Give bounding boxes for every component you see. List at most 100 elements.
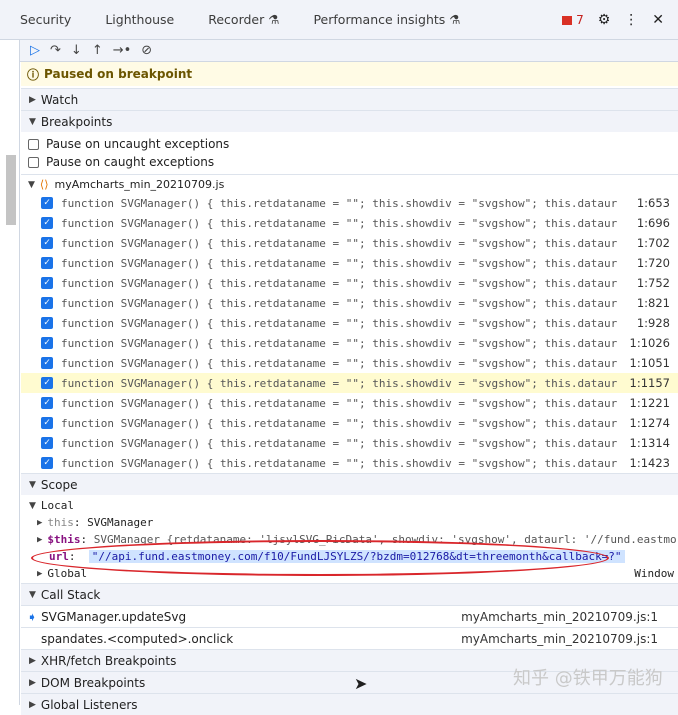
breakpoint-code: function SVGManager() { this.retdataname… — [61, 456, 618, 470]
breakpoint-row[interactable]: ✓ function SVGManager() { this.retdatanam… — [21, 413, 678, 433]
watermark: 知乎 @铁甲万能狗 — [513, 668, 663, 689]
pause-uncaught-checkbox[interactable]: Pause on uncaught exceptions — [21, 135, 678, 153]
frame-location[interactable]: myAmcharts_min_20210709.js:1 — [461, 610, 678, 624]
breakpoint-row[interactable]: ✓ function SVGManager() { this.retdatanam… — [21, 293, 678, 313]
checkbox-checked[interactable]: ✓ — [41, 337, 53, 349]
section-title: Scope — [40, 477, 78, 492]
checkbox-checked[interactable]: ✓ — [41, 437, 53, 449]
expand-icon: ▶ — [37, 534, 43, 545]
current-frame-icon: ➧ — [27, 609, 38, 624]
section-call-stack[interactable]: ▼ Call Stack — [21, 583, 678, 605]
frame-function: SVGManager.updateSvg — [41, 609, 187, 624]
issues-count: 7 — [576, 13, 584, 27]
tab-performance-insights[interactable]: Performance insights ⚗ — [313, 12, 460, 27]
breakpoint-code: function SVGManager() { this.retdataname… — [61, 436, 618, 450]
section-title: Breakpoints — [40, 114, 113, 129]
checkbox-checked[interactable]: ✓ — [41, 417, 53, 429]
collapse-icon: ▼ — [29, 500, 36, 511]
prop-key: $this — [47, 533, 81, 546]
checkbox-checked[interactable]: ✓ — [41, 297, 53, 309]
breakpoint-code: function SVGManager() { this.retdataname… — [61, 336, 618, 350]
scope-value: Window — [634, 567, 674, 580]
breakpoint-line: 1:720 — [636, 256, 670, 270]
breakpoint-row[interactable]: ✓ function SVGManager() { this.retdatanam… — [21, 193, 678, 213]
breakpoint-line: 1:653 — [636, 196, 670, 210]
debugger-sidebar: ⓘ Paused on breakpoint ▶ Watch ▼ Breakpoint… — [21, 62, 678, 715]
breakpoint-line: 1:821 — [636, 296, 670, 310]
expand-icon: ▶ — [37, 517, 43, 528]
section-title: DOM Breakpoints — [40, 675, 146, 690]
checkbox-checked[interactable]: ✓ — [41, 317, 53, 329]
scope-local[interactable]: ▼ Local — [21, 497, 678, 514]
checkbox-checked[interactable]: ✓ — [41, 277, 53, 289]
breakpoint-code: function SVGManager() { this.retdataname… — [61, 376, 618, 390]
step-icon[interactable]: →• — [113, 43, 132, 58]
breakpoint-line: 1:1221 — [629, 396, 670, 410]
resume-icon[interactable]: ▷ — [30, 43, 40, 58]
breakpoint-row[interactable]: ✓ function SVGManager() { this.retdatanam… — [21, 213, 678, 233]
close-icon[interactable]: ✕ — [652, 12, 664, 28]
frame-location[interactable]: myAmcharts_min_20210709.js:1 — [461, 632, 678, 646]
checkbox-checked[interactable]: ✓ — [41, 397, 53, 409]
more-icon[interactable]: ⋮ — [624, 12, 638, 28]
gear-icon[interactable]: ⚙ — [598, 12, 611, 28]
checkbox-checked[interactable]: ✓ — [41, 457, 53, 469]
call-frame[interactable]: ➧ SVGManager.updateSvg myAmcharts_min_2021… — [21, 605, 678, 627]
step-out-icon[interactable]: ↑ — [92, 43, 103, 58]
tab-label: Performance insights — [313, 12, 446, 27]
collapse-icon: ▼ — [28, 179, 35, 190]
step-into-icon[interactable]: ↓ — [71, 43, 82, 58]
breakpoint-row[interactable]: ✓ function SVGManager() { this.retdatanam… — [21, 313, 678, 333]
breakpoint-code: function SVGManager() { this.retdataname… — [61, 276, 618, 290]
tab-recorder[interactable]: Recorder ⚗ — [208, 12, 279, 27]
breakpoint-code: function SVGManager() { this.retdataname… — [61, 296, 618, 310]
scope-this[interactable]: ▶ this: SVGManager — [21, 514, 678, 531]
checkbox-checked[interactable]: ✓ — [41, 377, 53, 389]
checkbox-checked[interactable]: ✓ — [41, 217, 53, 229]
tab-security[interactable]: Security — [20, 12, 71, 27]
scope-global[interactable]: ▶ Global Window — [21, 565, 678, 582]
checkbox[interactable] — [28, 138, 39, 150]
breakpoint-code: function SVGManager() { this.retdataname… — [61, 216, 618, 230]
scope-label: Local — [40, 499, 75, 512]
flask-icon: ⚗ — [268, 12, 280, 27]
checkbox-checked[interactable]: ✓ — [41, 237, 53, 249]
breakpoint-row[interactable]: ✓ function SVGManager() { this.retdatanam… — [21, 373, 678, 393]
tab-lighthouse[interactable]: Lighthouse — [105, 12, 174, 27]
breakpoint-row[interactable]: ✓ function SVGManager() { this.retdatanam… — [21, 233, 678, 253]
section-global-listeners[interactable]: ▶ Global Listeners — [21, 693, 678, 715]
checkbox-checked[interactable]: ✓ — [41, 257, 53, 269]
breakpoint-file[interactable]: ▼ ⟨⟩ myAmcharts_min_20210709.js — [21, 174, 678, 194]
expand-icon: ▶ — [29, 677, 36, 688]
flask-icon: ⚗ — [449, 12, 461, 27]
breakpoint-row[interactable]: ✓ function SVGManager() { this.retdatanam… — [21, 433, 678, 453]
checkbox-checked[interactable]: ✓ — [41, 197, 53, 209]
breakpoint-line: 1:696 — [636, 216, 670, 230]
breakpoint-code: function SVGManager() { this.retdataname… — [61, 396, 618, 410]
breakpoint-code: function SVGManager() { this.retdataname… — [61, 316, 618, 330]
checkbox-checked[interactable]: ✓ — [41, 357, 53, 369]
issues-badge[interactable]: 7 — [562, 13, 584, 27]
call-frame[interactable]: spandates.<computed>.onclick myAmcharts_m… — [21, 627, 678, 649]
breakpoint-code: function SVGManager() { this.retdataname… — [61, 236, 618, 250]
deactivate-breakpoints-icon[interactable]: ⊘ — [141, 43, 152, 58]
step-over-icon[interactable]: ↷ — [50, 43, 61, 58]
breakpoint-row[interactable]: ✓ function SVGManager() { this.retdatanam… — [21, 453, 678, 473]
file-icon: ⟨⟩ — [39, 178, 49, 191]
breakpoint-line: 1:1314 — [629, 436, 670, 450]
checkbox[interactable] — [28, 156, 39, 168]
pause-caught-checkbox[interactable]: Pause on caught exceptions — [21, 153, 678, 171]
breakpoint-row[interactable]: ✓ function SVGManager() { this.retdatanam… — [21, 333, 678, 353]
breakpoint-row[interactable]: ✓ function SVGManager() { this.retdatanam… — [21, 273, 678, 293]
breakpoint-row[interactable]: ✓ function SVGManager() { this.retdatanam… — [21, 253, 678, 273]
debugger-toolbar: ▷ ↷ ↓ ↑ →• ⊘ — [20, 40, 678, 62]
section-breakpoints[interactable]: ▼ Breakpoints — [21, 110, 678, 132]
breakpoint-row[interactable]: ✓ function SVGManager() { this.retdatanam… — [21, 393, 678, 413]
breakpoint-row[interactable]: ✓ function SVGManager() { this.retdatanam… — [21, 353, 678, 373]
breakpoint-line: 1:752 — [636, 276, 670, 290]
prop-value: SVGManager — [87, 516, 154, 529]
tab-label: Recorder — [208, 12, 265, 27]
section-scope[interactable]: ▼ Scope — [21, 473, 678, 495]
section-watch[interactable]: ▶ Watch — [21, 88, 678, 110]
scrollbar[interactable] — [6, 155, 16, 225]
